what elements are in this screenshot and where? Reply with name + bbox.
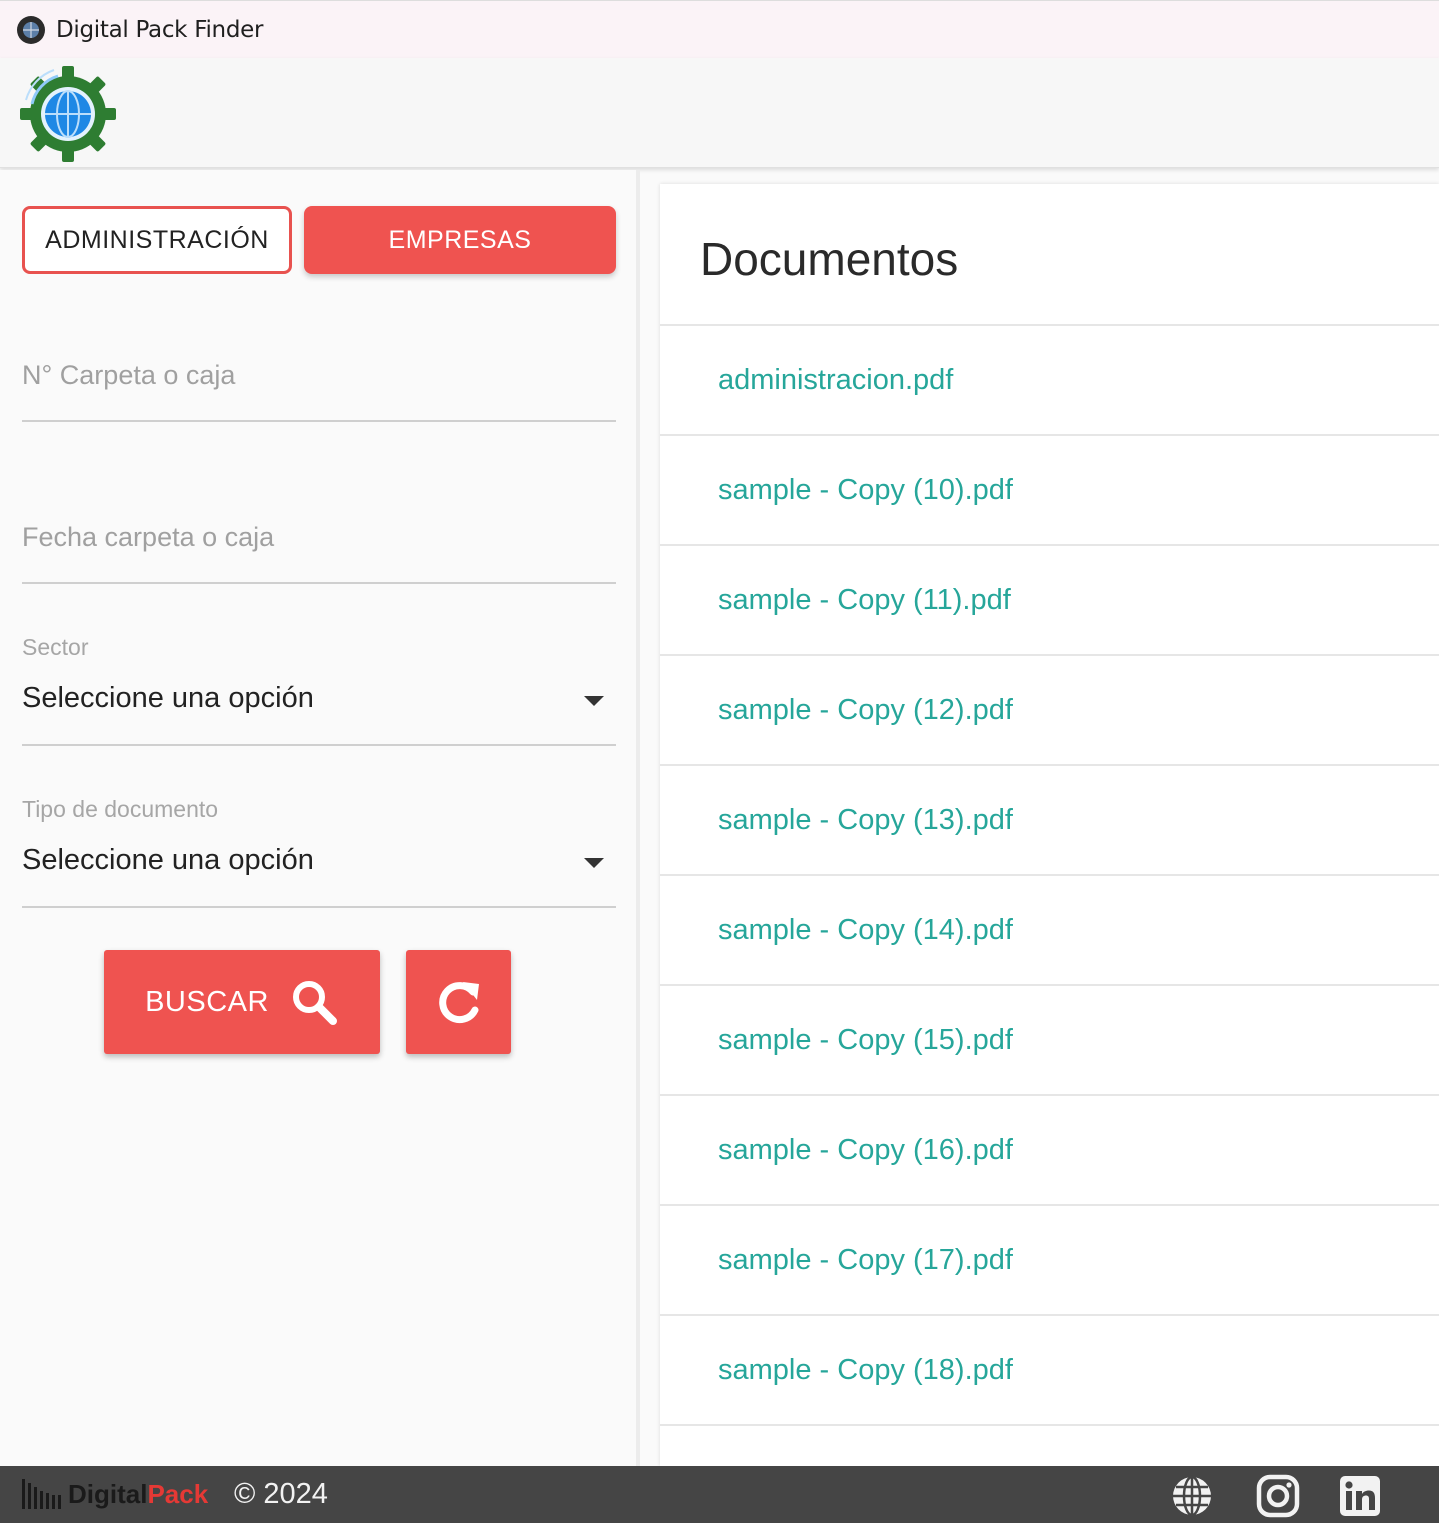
copyright-text: © 2024: [234, 1478, 328, 1510]
caret-down-icon: [584, 858, 604, 868]
window-title: Digital Pack Finder: [56, 16, 264, 43]
search-icon: [292, 981, 337, 1025]
app-footer: Digital Pack © 2024: [0, 1466, 1439, 1523]
carpeta-placeholder: N° Carpeta o caja: [22, 360, 236, 390]
refresh-button[interactable]: [406, 950, 511, 1054]
document-link[interactable]: sample - Copy (11).pdf: [660, 546, 1439, 656]
document-link[interactable]: sample - Copy (13).pdf: [660, 766, 1439, 876]
documents-panel: Documentos administracion.pdf sample - C…: [660, 184, 1439, 1466]
document-link[interactable]: sample - Copy (18).pdf: [660, 1316, 1439, 1426]
sector-value: Seleccione una opción: [22, 682, 314, 714]
document-link[interactable]: sample - Copy (12).pdf: [660, 656, 1439, 766]
documents-list: administracion.pdf sample - Copy (10).pd…: [660, 324, 1439, 1466]
sector-select[interactable]: Sector Seleccione una opción: [22, 634, 616, 746]
instagram-icon[interactable]: [1256, 1474, 1300, 1518]
brand-text-digital: Digital: [68, 1478, 148, 1509]
brand-text-pack: Pack: [147, 1478, 209, 1509]
documents-heading: Documentos: [700, 233, 959, 285]
document-link[interactable]: sample - Copy (10).pdf: [660, 436, 1439, 546]
gear-globe-logo-icon: [20, 66, 116, 162]
document-link[interactable]: sample - Copy (19).pdf: [660, 1426, 1439, 1467]
caret-down-icon: [584, 696, 604, 706]
fecha-placeholder: Fecha carpeta o caja: [22, 522, 275, 552]
tab-empresas[interactable]: EMPRESAS: [304, 206, 616, 274]
panel-divider: [636, 170, 640, 1466]
document-link[interactable]: sample - Copy (15).pdf: [660, 986, 1439, 1096]
tipo-documento-label: Tipo de documento: [22, 796, 219, 822]
fecha-input[interactable]: Fecha carpeta o caja: [22, 500, 616, 584]
digitalpack-brand-logo: Digital Pack: [22, 1472, 208, 1516]
carpeta-input[interactable]: N° Carpeta o caja: [22, 340, 616, 422]
tab-administracion[interactable]: ADMINISTRACIÓN: [22, 206, 292, 274]
linkedin-icon[interactable]: [1338, 1474, 1382, 1518]
brand-bars-icon: [22, 1479, 64, 1509]
document-link[interactable]: sample - Copy (17).pdf: [660, 1206, 1439, 1316]
window-titlebar: Digital Pack Finder: [0, 0, 1439, 58]
refresh-icon: [438, 982, 479, 1024]
filter-panel: ADMINISTRACIÓN EMPRESAS N° Carpeta o caj…: [0, 170, 636, 1466]
sector-label: Sector: [22, 634, 89, 660]
buscar-label: BUSCAR: [145, 985, 269, 1018]
buscar-button[interactable]: BUSCAR: [104, 950, 380, 1054]
tipo-documento-select[interactable]: Tipo de documento Seleccione una opción: [22, 796, 616, 908]
document-link[interactable]: sample - Copy (16).pdf: [660, 1096, 1439, 1206]
app-header: [0, 58, 1439, 168]
document-link[interactable]: sample - Copy (14).pdf: [660, 876, 1439, 986]
app-logo-icon: [17, 15, 45, 44]
document-link[interactable]: administracion.pdf: [660, 326, 1439, 436]
globe-icon[interactable]: [1170, 1474, 1214, 1518]
tipo-documento-value: Seleccione una opción: [22, 844, 314, 876]
